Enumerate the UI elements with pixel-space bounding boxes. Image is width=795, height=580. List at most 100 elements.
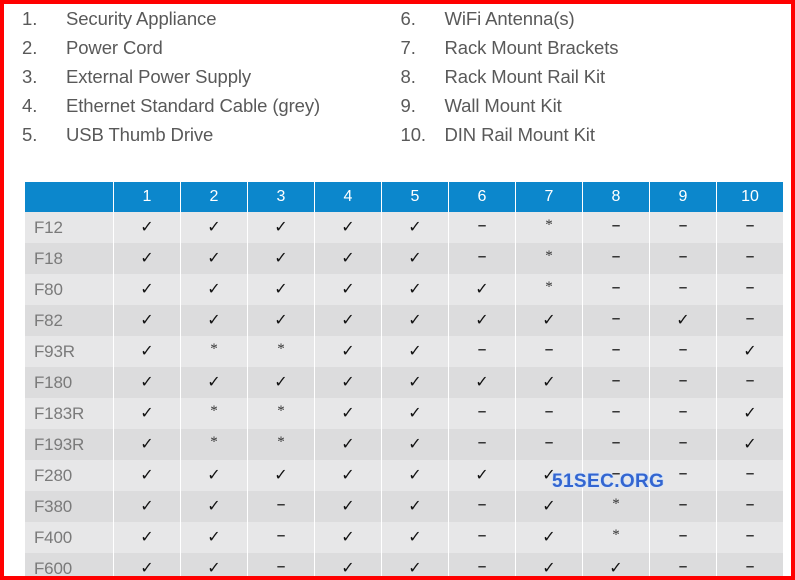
matrix-cell-F183R-1: ✓ — [114, 398, 180, 429]
matrix-cell-F183R-8: – — [583, 398, 649, 429]
star-mark-icon: * — [210, 340, 218, 357]
matrix-cell-F600-10: – — [717, 553, 783, 576]
matrix-cell-F600-2: ✓ — [181, 553, 247, 576]
dash-mark-icon: – — [678, 371, 688, 389]
model-name-cell: F193R — [25, 429, 113, 460]
check-mark-icon: ✓ — [542, 310, 556, 329]
matrix-cell-F12-3: ✓ — [248, 212, 314, 243]
matrix-cell-F400-3: – — [248, 522, 314, 553]
star-mark-icon: * — [277, 402, 285, 419]
check-mark-icon: ✓ — [140, 341, 154, 360]
matrix-cell-F18-4: ✓ — [315, 243, 381, 274]
star-mark-icon: * — [277, 433, 285, 450]
matrix-cell-F380-1: ✓ — [114, 491, 180, 522]
matrix-column-header-4: 4 — [315, 182, 381, 212]
matrix-cell-F280-1: ✓ — [114, 460, 180, 491]
dash-mark-icon: – — [745, 278, 755, 296]
matrix-cell-F280-7: ✓ — [516, 460, 582, 491]
matrix-cell-F193R-2: * — [181, 429, 247, 460]
legend-item-number: 9. — [400, 95, 416, 116]
matrix-cell-F93R-10: ✓ — [717, 336, 783, 367]
check-mark-icon: ✓ — [140, 496, 154, 515]
check-mark-icon: ✓ — [341, 372, 355, 391]
legend-item: 4. Ethernet Standard Cable (grey) — [22, 95, 398, 124]
table-row: F12 ✓ ✓ ✓ ✓ ✓ – * – – – — [25, 212, 783, 243]
matrix-cell-F93R-1: ✓ — [114, 336, 180, 367]
check-mark-icon: ✓ — [408, 341, 422, 360]
matrix-cell-F380-5: ✓ — [382, 491, 448, 522]
dash-mark-icon: – — [678, 216, 688, 234]
matrix-cell-F400-7: ✓ — [516, 522, 582, 553]
check-mark-icon: ✓ — [408, 558, 422, 577]
matrix-cell-F12-8: – — [583, 212, 649, 243]
legend-item-number: 2. — [22, 37, 38, 58]
matrix-cell-F280-8: – — [583, 460, 649, 491]
matrix-cell-F600-9: – — [650, 553, 716, 576]
matrix-cell-F600-7: ✓ — [516, 553, 582, 576]
matrix-column-header-9: 9 — [650, 182, 716, 212]
matrix-cell-F193R-6: – — [449, 429, 515, 460]
matrix-cell-F183R-4: ✓ — [315, 398, 381, 429]
dash-mark-icon: – — [745, 495, 755, 513]
matrix-cell-F280-10: – — [717, 460, 783, 491]
matrix-cell-F193R-9: – — [650, 429, 716, 460]
matrix-cell-F380-6: – — [449, 491, 515, 522]
matrix-cell-F82-9: ✓ — [650, 305, 716, 336]
dash-mark-icon: – — [544, 433, 554, 451]
check-mark-icon: ✓ — [341, 558, 355, 577]
matrix-column-header-10: 10 — [717, 182, 783, 212]
dash-mark-icon: – — [678, 526, 688, 544]
dash-mark-icon: – — [611, 247, 621, 265]
matrix-cell-F380-4: ✓ — [315, 491, 381, 522]
dash-mark-icon: – — [477, 495, 487, 513]
model-name-cell: F180 — [25, 367, 113, 398]
check-mark-icon: ✓ — [341, 217, 355, 236]
matrix-cell-F93R-6: – — [449, 336, 515, 367]
matrix-column-header-6: 6 — [449, 182, 515, 212]
matrix-cell-F600-4: ✓ — [315, 553, 381, 577]
check-mark-icon: ✓ — [676, 310, 690, 329]
matrix-cell-F183R-6: – — [449, 398, 515, 429]
matrix-column-header-8: 8 — [583, 182, 649, 212]
legend-item: 6. WiFi Antenna(s) — [401, 8, 792, 37]
check-mark-icon: ✓ — [207, 310, 221, 329]
legend-item: 2. Power Cord — [22, 37, 398, 66]
legend-item-label: Rack Mount Rail Kit — [444, 66, 606, 87]
dash-mark-icon: – — [611, 433, 621, 451]
model-name-cell: F400 — [25, 522, 113, 553]
dash-mark-icon: – — [611, 402, 621, 420]
matrix-cell-F193R-7: – — [516, 429, 582, 460]
matrix-header: 1 2 3 4 5 6 7 8 9 10 — [25, 182, 783, 212]
check-mark-icon: ✓ — [207, 217, 221, 236]
matrix-cell-F12-7: * — [516, 212, 582, 243]
legend-item-number: 3. — [22, 66, 38, 87]
check-mark-icon: ✓ — [140, 558, 154, 577]
dash-mark-icon: – — [678, 340, 688, 358]
matrix-column-header-5: 5 — [382, 182, 448, 212]
legend-item-label: Rack Mount Brackets — [444, 37, 619, 58]
model-name-cell: F12 — [25, 212, 113, 243]
legend-item-number: 6. — [400, 8, 416, 29]
compatibility-matrix-table: 1 2 3 4 5 6 7 8 9 10 F12 ✓ ✓ ✓ ✓ ✓ – * – – – F18 ✓ ✓ ✓ ✓ ✓ – * – – – F8… — [24, 182, 784, 577]
check-mark-icon: ✓ — [140, 248, 154, 267]
matrix-cell-F82-8: – — [583, 305, 649, 336]
dash-mark-icon: – — [745, 526, 755, 544]
check-mark-icon: ✓ — [207, 248, 221, 267]
matrix-cell-F193R-8: – — [583, 429, 649, 460]
table-row: F18 ✓ ✓ ✓ ✓ ✓ – * – – – — [25, 243, 783, 274]
matrix-cell-F12-2: ✓ — [181, 212, 247, 243]
matrix-cell-F193R-1: ✓ — [114, 429, 180, 460]
check-mark-icon: ✓ — [408, 403, 422, 422]
check-mark-icon: ✓ — [341, 403, 355, 422]
dash-mark-icon: – — [477, 247, 487, 265]
matrix-cell-F600-8: ✓ — [583, 553, 649, 576]
matrix-cell-F93R-8: – — [583, 336, 649, 367]
check-mark-icon: ✓ — [274, 279, 288, 298]
model-name-cell: F18 — [25, 243, 113, 274]
dash-mark-icon: – — [477, 402, 487, 420]
star-mark-icon: * — [545, 216, 553, 233]
table-row: F93R ✓ * * ✓ ✓ – – – – ✓ — [25, 336, 783, 367]
check-mark-icon: ✓ — [207, 465, 221, 484]
matrix-cell-F80-3: ✓ — [248, 274, 314, 305]
dash-mark-icon: – — [678, 495, 688, 513]
